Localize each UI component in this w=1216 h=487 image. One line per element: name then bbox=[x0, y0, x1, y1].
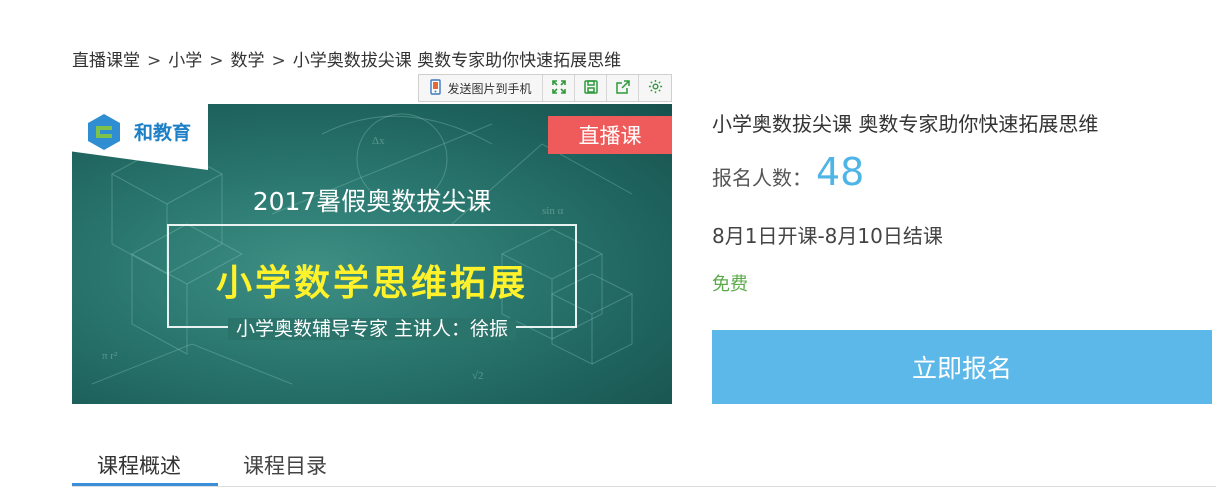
breadcrumb-separator: > bbox=[147, 51, 162, 71]
banner-subtitle-top: 2017暑假奥数拔尖课 bbox=[252, 187, 492, 216]
breadcrumb: 直播课堂 > 小学 > 数学 > 小学奥数拔尖课 奥数专家助你快速拓展思维 bbox=[72, 46, 621, 71]
image-toolbar: 发送图片到手机 bbox=[418, 74, 672, 102]
breadcrumb-live-classroom[interactable]: 直播课堂 bbox=[72, 46, 140, 71]
tab-course-overview[interactable]: 课程概述 bbox=[97, 450, 181, 480]
course-title: 小学奥数拔尖课 奥数专家助你快速拓展思维 bbox=[712, 112, 1099, 136]
enroll-now-button[interactable]: 立即报名 bbox=[712, 330, 1212, 404]
svg-text:π r²: π r² bbox=[102, 350, 118, 362]
course-tabs: 课程概述 课程目录 bbox=[72, 444, 1216, 487]
svg-text:√2: √2 bbox=[472, 370, 484, 382]
course-price: 免费 bbox=[712, 274, 748, 295]
banner-subtitle-bottom: 小学奥数辅导专家 主讲人：徐振 bbox=[72, 314, 672, 341]
course-banner-image: Δx sin α √2 π r² 和教育 直播课 2017暑假奥数拔尖课 小学数… bbox=[72, 104, 672, 404]
enroll-count-value: 48 bbox=[816, 150, 865, 194]
save-button[interactable] bbox=[575, 75, 607, 101]
breadcrumb-current-course: 小学奥数拔尖课 奥数专家助你快速拓展思维 bbox=[292, 51, 622, 71]
live-class-badge: 直播课 bbox=[548, 116, 672, 154]
expand-icon bbox=[551, 79, 566, 98]
share-icon bbox=[615, 79, 630, 98]
send-to-phone-button[interactable]: 发送图片到手机 bbox=[419, 75, 543, 101]
settings-button[interactable] bbox=[639, 75, 671, 101]
logo-icon bbox=[84, 112, 124, 156]
logo-text: 和教育 bbox=[134, 123, 192, 144]
breadcrumb-primary-school[interactable]: 小学 bbox=[168, 46, 202, 71]
phone-icon bbox=[429, 78, 443, 98]
tab-course-catalog[interactable]: 课程目录 bbox=[243, 450, 327, 480]
expand-button[interactable] bbox=[543, 75, 575, 101]
save-icon bbox=[583, 79, 598, 98]
banner-main-title: 小学数学思维拓展 bbox=[215, 263, 528, 304]
settings-icon bbox=[648, 79, 663, 98]
banner-subtitle-bottom-text: 小学奥数辅导专家 主讲人：徐振 bbox=[227, 318, 517, 340]
course-schedule: 8月1日开课-8月10日结课 bbox=[712, 224, 943, 248]
breadcrumb-separator: > bbox=[209, 51, 224, 71]
enroll-count-label: 报名人数： bbox=[712, 166, 812, 190]
enroll-count-row: 报名人数： 48 bbox=[712, 150, 864, 194]
share-button[interactable] bbox=[607, 75, 639, 101]
send-to-phone-label: 发送图片到手机 bbox=[447, 81, 532, 96]
svg-text:Δx: Δx bbox=[372, 135, 385, 147]
breadcrumb-math[interactable]: 数学 bbox=[231, 46, 265, 71]
active-tab-indicator bbox=[72, 483, 218, 486]
breadcrumb-separator: > bbox=[271, 51, 286, 71]
